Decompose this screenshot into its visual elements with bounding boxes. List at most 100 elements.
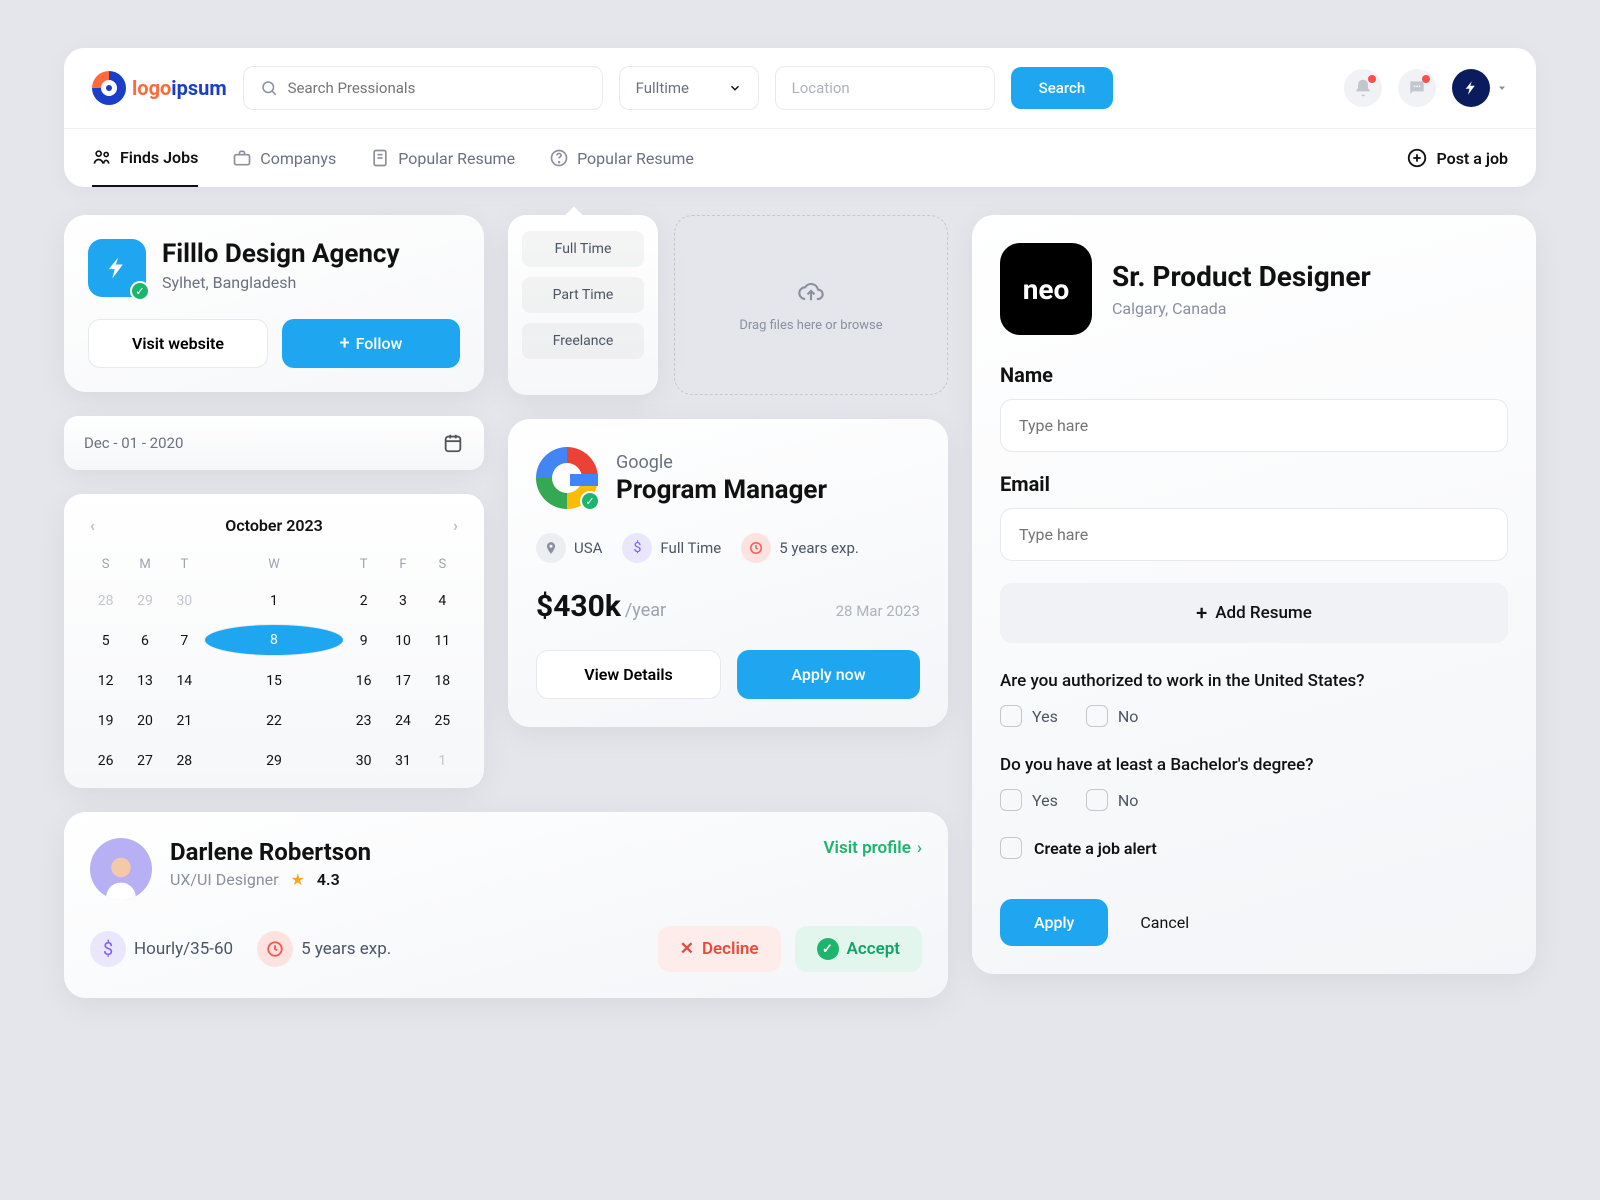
email-label: Email: [1000, 472, 1508, 496]
star-icon: ★: [291, 870, 305, 889]
calendar-day[interactable]: 31: [383, 744, 422, 778]
apply-now-button[interactable]: Apply now: [737, 650, 920, 699]
decline-button[interactable]: ✕Decline: [658, 926, 781, 972]
calendar-day[interactable]: 18: [423, 664, 462, 698]
badge-dot: [1368, 75, 1376, 83]
profile-card: Darlene Robertson UX/UI Designer ★ 4.3 V…: [64, 812, 948, 998]
name-field[interactable]: [1000, 399, 1508, 452]
location-input[interactable]: Location: [775, 66, 995, 110]
calendar-day[interactable]: 2: [344, 584, 383, 618]
calendar-day[interactable]: 1: [423, 744, 462, 778]
create-alert-checkbox[interactable]: Create a job alert: [1000, 837, 1508, 859]
logo[interactable]: logoipsum: [92, 71, 227, 105]
visit-website-button[interactable]: Visit website: [88, 319, 268, 368]
user-menu[interactable]: [1452, 69, 1508, 107]
view-details-button[interactable]: View Details: [536, 650, 721, 699]
calendar-day[interactable]: 23: [344, 704, 383, 738]
calendar-day[interactable]: 8: [204, 624, 344, 656]
calendar-day[interactable]: 13: [125, 664, 164, 698]
calendar-day[interactable]: 15: [204, 664, 344, 698]
search-box[interactable]: [243, 66, 603, 110]
chevron-down-icon: [728, 81, 742, 95]
calendar-day[interactable]: 19: [86, 704, 125, 738]
job-exp: 5 years exp.: [741, 533, 859, 563]
q2-no[interactable]: No: [1086, 789, 1139, 811]
jobtype-chips: Full Time Part Time Freelance: [508, 215, 658, 395]
chip-fulltime[interactable]: Full Time: [522, 231, 644, 267]
x-icon: ✕: [680, 939, 694, 959]
calendar-day[interactable]: 30: [344, 744, 383, 778]
add-resume-button[interactable]: +Add Resume: [1000, 583, 1508, 643]
messages-button[interactable]: [1398, 69, 1436, 107]
header: logoipsum Fulltime Location Search: [64, 48, 1536, 187]
calendar-day[interactable]: 28: [86, 584, 125, 618]
accept-button[interactable]: ✓Accept: [795, 926, 923, 972]
calendar-day[interactable]: 24: [383, 704, 422, 738]
chip-freelance[interactable]: Freelance: [522, 323, 644, 359]
form-title: Sr. Product Designer: [1112, 260, 1371, 293]
calendar-day[interactable]: 5: [86, 624, 125, 658]
calendar-day[interactable]: 26: [86, 744, 125, 778]
nav-find-jobs[interactable]: Finds Jobs: [92, 129, 198, 187]
google-logo: ✓: [536, 447, 598, 509]
visit-profile-link[interactable]: Visit profile ›: [824, 838, 922, 858]
calendar-day[interactable]: 1: [204, 584, 344, 618]
calendar-prev[interactable]: ‹: [86, 512, 99, 539]
profile-name: Darlene Robertson: [170, 838, 371, 866]
agency-name: Filllo Design Agency: [162, 239, 400, 269]
nav-popular-resume-1[interactable]: Popular Resume: [370, 130, 515, 186]
date-picker[interactable]: Dec - 01 - 2020: [64, 416, 484, 470]
search-input[interactable]: [288, 79, 586, 97]
nav-companys[interactable]: Companys: [232, 130, 336, 186]
job-location: USA: [536, 533, 602, 563]
verified-icon: ✓: [130, 281, 150, 301]
q2-yes[interactable]: Yes: [1000, 789, 1058, 811]
email-field[interactable]: [1000, 508, 1508, 561]
company-logo: neo: [1000, 243, 1092, 335]
calendar-day[interactable]: 20: [125, 704, 164, 738]
calendar-next[interactable]: ›: [449, 512, 462, 539]
post-job-button[interactable]: Post a job: [1406, 129, 1508, 187]
calendar-day[interactable]: 29: [125, 584, 164, 618]
nav-popular-resume-2[interactable]: Popular Resume: [549, 130, 694, 186]
profile-rate: $Hourly/35-60: [90, 931, 233, 967]
cancel-button[interactable]: Cancel: [1140, 913, 1189, 932]
calendar-day[interactable]: 7: [165, 624, 204, 658]
calendar-day[interactable]: 16: [344, 664, 383, 698]
job-card: ✓ Google Program Manager USA $Full Time …: [508, 419, 948, 727]
calendar-day[interactable]: 11: [423, 624, 462, 658]
calendar-day[interactable]: 17: [383, 664, 422, 698]
agency-location: Sylhet, Bangladesh: [162, 273, 400, 292]
q1-no[interactable]: No: [1086, 705, 1139, 727]
q1-yes[interactable]: Yes: [1000, 705, 1058, 727]
calendar-day[interactable]: 29: [204, 744, 344, 778]
calendar-day[interactable]: 27: [125, 744, 164, 778]
badge-dot: [1422, 75, 1430, 83]
calendar-day[interactable]: 28: [165, 744, 204, 778]
calendar-day[interactable]: 4: [423, 584, 462, 618]
notifications-button[interactable]: [1344, 69, 1382, 107]
calendar-day[interactable]: 3: [383, 584, 422, 618]
calendar-day[interactable]: 21: [165, 704, 204, 738]
chip-parttime[interactable]: Part Time: [522, 277, 644, 313]
calendar-day[interactable]: 10: [383, 624, 422, 658]
calendar-day[interactable]: 22: [204, 704, 344, 738]
question-1: Are you authorized to work in the United…: [1000, 671, 1508, 691]
agency-card: ✓ Filllo Design Agency Sylhet, Banglades…: [64, 215, 484, 392]
calendar-day[interactable]: 9: [344, 624, 383, 658]
calendar-day[interactable]: 6: [125, 624, 164, 658]
calendar-day[interactable]: 30: [165, 584, 204, 618]
job-date: 28 Mar 2023: [836, 602, 920, 620]
calendar-day[interactable]: 14: [165, 664, 204, 698]
profile-role: UX/UI Designer ★ 4.3: [170, 870, 371, 889]
calendar-icon: [442, 432, 464, 454]
upload-dropzone[interactable]: Drag files here or browse: [674, 215, 948, 395]
calendar-day[interactable]: 25: [423, 704, 462, 738]
jobtype-select[interactable]: Fulltime: [619, 66, 759, 110]
follow-button[interactable]: +Follow: [282, 319, 460, 368]
search-button[interactable]: Search: [1011, 67, 1114, 109]
job-salary: $430k: [536, 589, 621, 624]
apply-button[interactable]: Apply: [1000, 899, 1108, 946]
calendar-day[interactable]: 12: [86, 664, 125, 698]
search-icon: [260, 79, 278, 97]
